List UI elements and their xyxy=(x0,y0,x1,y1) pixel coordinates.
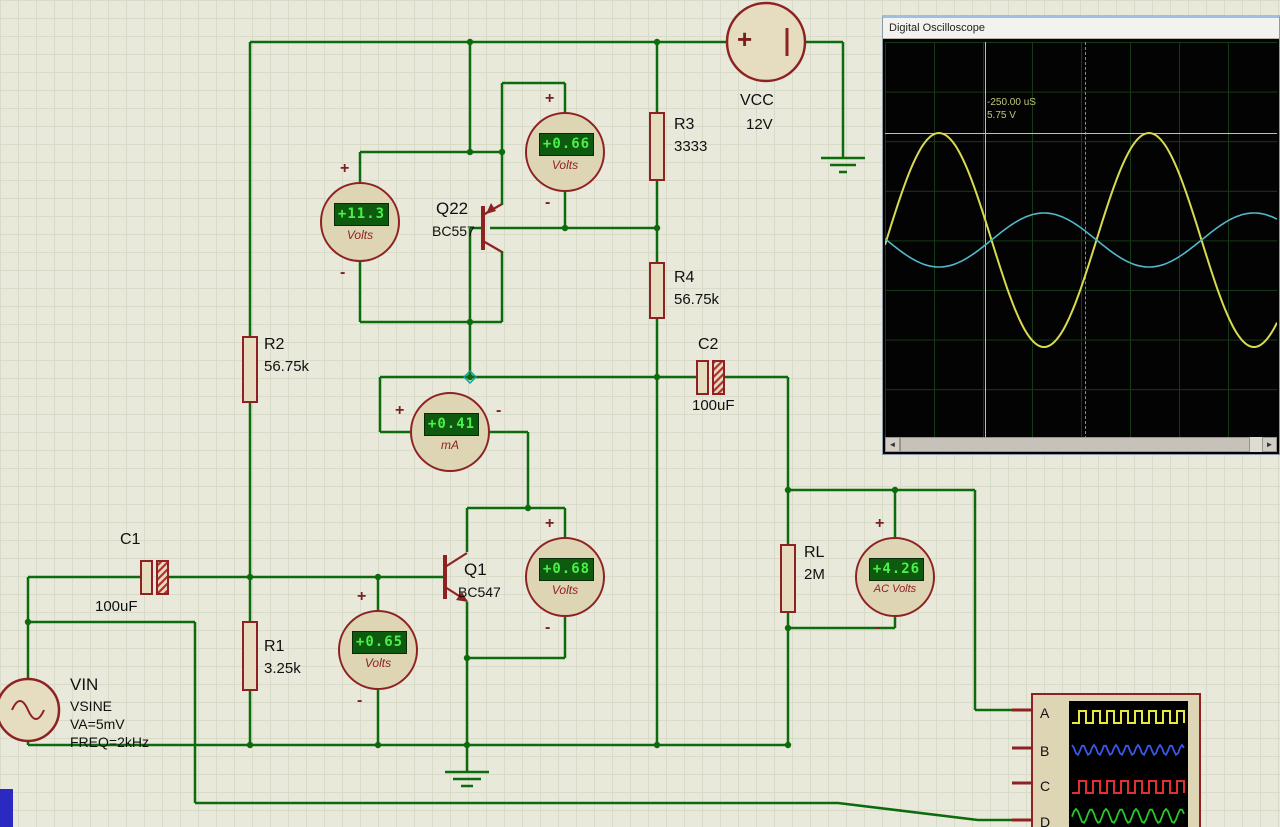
vcc-plus-symbol: + xyxy=(737,24,753,54)
probe-wave-yellow xyxy=(1072,710,1185,724)
label-r1-value[interactable]: 3.25k xyxy=(264,660,301,678)
probe-channel-c-label: C xyxy=(1040,778,1051,794)
meter-display: +0.41 xyxy=(424,413,479,436)
plus-sign: + xyxy=(545,515,555,532)
scope-scrollbar[interactable]: ◄ ► xyxy=(885,437,1277,452)
proteus-schematic-canvas[interactable]: VCC 12V + R3 3333 R4 56.75k R2 56.75k R1… xyxy=(0,0,1280,827)
meter-display: +11.3 xyxy=(334,203,389,226)
voltmeter-stage2[interactable]: +11.3 Volts xyxy=(320,182,400,262)
probe-screen xyxy=(1069,701,1188,827)
minus-sign: - xyxy=(357,692,363,709)
probe-channel-d-label: D xyxy=(1040,814,1051,827)
label-c2-value[interactable]: 100uF xyxy=(692,397,735,415)
capacitor-c2[interactable] xyxy=(696,360,725,395)
minus-sign: - xyxy=(875,619,881,636)
minus-sign: - xyxy=(545,194,551,211)
meter-display: +4.26 xyxy=(869,558,924,581)
scope-traces xyxy=(885,131,1277,348)
label-r2-name[interactable]: R2 xyxy=(264,336,284,354)
label-vin-model[interactable]: VSINE xyxy=(70,698,112,714)
label-q22-value[interactable]: BC557 xyxy=(432,223,475,239)
plus-sign: + xyxy=(395,402,405,419)
plus-sign: + xyxy=(340,160,350,177)
voltmeter-q22-junction[interactable]: +0.66 Volts xyxy=(525,112,605,192)
minus-sign: - xyxy=(496,402,502,419)
capacitor-c1[interactable] xyxy=(140,560,169,595)
logic-probe-component[interactable]: A B C D xyxy=(1031,693,1201,827)
label-r4-name[interactable]: R4 xyxy=(674,269,694,287)
label-vcc-value[interactable]: 12V xyxy=(746,116,773,134)
probe-wave-green xyxy=(1071,807,1185,825)
label-rl-name[interactable]: RL xyxy=(804,544,824,562)
probe-channel-a-label: A xyxy=(1040,705,1050,721)
resistor-r4[interactable] xyxy=(649,262,665,319)
label-q1-name[interactable]: Q1 xyxy=(464,560,487,580)
label-r1-name[interactable]: R1 xyxy=(264,638,284,656)
source-vin[interactable] xyxy=(0,677,61,743)
plus-sign: + xyxy=(545,90,555,107)
label-rl-value[interactable]: 2M xyxy=(804,566,825,584)
wires[interactable] xyxy=(26,40,1012,822)
probe-channel-b-label: B xyxy=(1040,743,1050,759)
oscilloscope-screen: -250.00 uS 5.75 V xyxy=(885,42,1277,439)
probe-wave-blue xyxy=(1071,743,1185,757)
trace-channel-yellow xyxy=(885,131,1277,348)
cursor-volts-value: 5.75 V xyxy=(987,110,1016,121)
meter-unit: AC Volts xyxy=(873,583,917,595)
label-vin-amplitude[interactable]: VA=5mV xyxy=(70,716,125,732)
meter-display: +0.65 xyxy=(352,631,407,654)
label-c1-name[interactable]: C1 xyxy=(120,531,140,549)
resistor-r1[interactable] xyxy=(242,621,258,691)
label-q22-name[interactable]: Q22 xyxy=(436,199,468,219)
label-r3-value[interactable]: 3333 xyxy=(674,138,707,156)
resistor-r3[interactable] xyxy=(649,112,665,181)
label-vin-frequency[interactable]: FREQ=2kHz xyxy=(70,734,149,750)
minus-sign: - xyxy=(545,619,551,636)
scroll-right-arrow-icon[interactable]: ► xyxy=(1262,437,1277,452)
resistor-r2[interactable] xyxy=(242,336,258,403)
components-layer xyxy=(0,1,1031,822)
label-c2-name[interactable]: C2 xyxy=(698,336,718,354)
oscilloscope-titlebar[interactable]: Digital Oscilloscope xyxy=(883,18,1279,39)
meter-display: +0.66 xyxy=(539,133,594,156)
wire-net xyxy=(26,40,1012,822)
scroll-thumb[interactable] xyxy=(900,437,1250,452)
voltmeter-q1-vbe[interactable]: +0.65 Volts xyxy=(338,610,418,690)
meter-unit: Volts xyxy=(364,656,392,670)
oscilloscope-title: Digital Oscilloscope xyxy=(889,22,985,34)
probe-waveforms xyxy=(1071,710,1185,825)
label-r3-name[interactable]: R3 xyxy=(674,116,694,134)
plus-sign: + xyxy=(357,588,367,605)
label-vin-name[interactable]: VIN xyxy=(70,675,98,695)
ammeter-collector[interactable]: +0.41 mA xyxy=(410,392,490,472)
label-r4-value[interactable]: 56.75k xyxy=(674,291,719,309)
voltmeter-q1-vce[interactable]: +0.68 Volts xyxy=(525,537,605,617)
trace-channel-cyan xyxy=(885,212,1277,268)
plus-sign: + xyxy=(875,515,885,532)
meter-unit: mA xyxy=(441,438,459,452)
probe-pins[interactable] xyxy=(1012,708,1031,822)
minus-sign: - xyxy=(340,264,346,281)
sheet-border-corner xyxy=(0,789,13,827)
meter-unit: Volts xyxy=(551,583,579,597)
oscilloscope-window[interactable]: Digital Oscilloscope -250.00 uS 5.75 V ◄… xyxy=(882,15,1280,455)
cursor-time-value: -250.00 uS xyxy=(987,97,1036,108)
label-r2-value[interactable]: 56.75k xyxy=(264,358,309,376)
probe-wave-red xyxy=(1072,780,1185,794)
label-c1-value[interactable]: 100uF xyxy=(95,598,138,616)
label-vcc-name[interactable]: VCC xyxy=(740,92,774,110)
label-q1-value[interactable]: BC547 xyxy=(458,584,501,600)
meter-unit: Volts xyxy=(551,158,579,172)
meter-unit: Volts xyxy=(346,228,374,242)
scope-cursor-readout: -250.00 uS 5.75 V xyxy=(987,96,1036,122)
meter-display: +0.68 xyxy=(539,558,594,581)
resistor-rl[interactable] xyxy=(780,544,796,613)
scroll-left-arrow-icon[interactable]: ◄ xyxy=(885,437,900,452)
voltmeter-output-ac[interactable]: +4.26 AC Volts xyxy=(855,537,935,617)
